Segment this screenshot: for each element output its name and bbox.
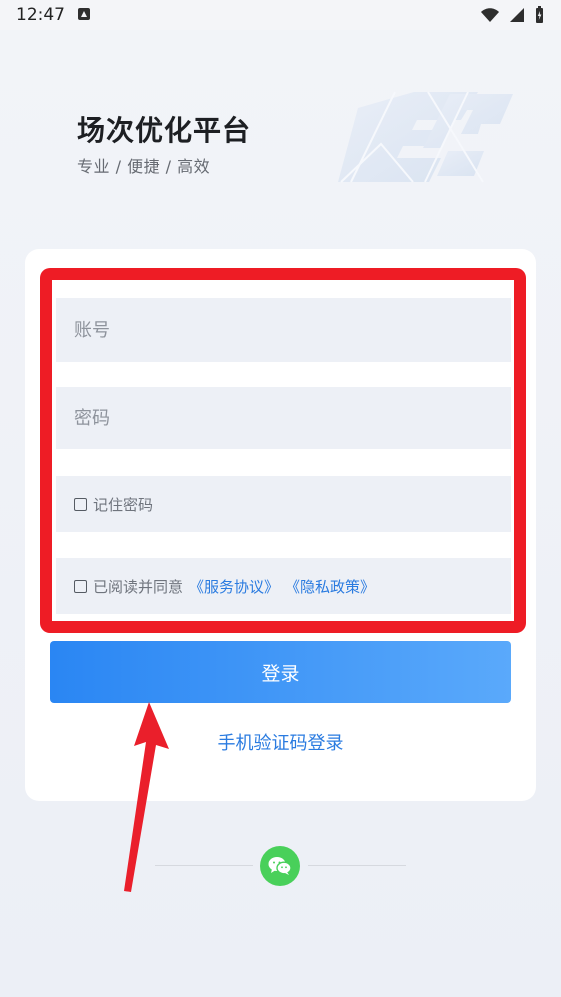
remember-password-row[interactable]: 记住密码: [56, 476, 511, 532]
agreement-control[interactable]: 已阅读并同意 《服务协议》 《隐私政策》: [74, 558, 375, 614]
service-agreement-link[interactable]: 《服务协议》: [189, 576, 279, 597]
account-input[interactable]: [56, 298, 511, 362]
wifi-icon: [481, 8, 499, 22]
app-subtitle: 专业 / 便捷 / 高效: [77, 157, 211, 176]
wechat-icon: [268, 857, 292, 875]
signal-icon: [510, 8, 524, 22]
privacy-policy-link[interactable]: 《隐私政策》: [285, 576, 375, 597]
status-time: 12:47: [16, 5, 65, 25]
logo-watermark-icon: [338, 91, 513, 183]
battery-icon: [536, 6, 543, 23]
sms-login-link[interactable]: 手机验证码登录: [0, 729, 561, 755]
status-icons: [480, 6, 545, 24]
password-input[interactable]: [56, 387, 511, 449]
agreement-checkbox[interactable]: [74, 579, 87, 593]
login-screen: 12:47 场次优化平台 专业 / 便捷 / 高效 账号 记住密码 已阅读并同意…: [0, 0, 561, 997]
account-field[interactable]: [56, 298, 511, 362]
agreement-prefix: 已阅读并同意: [93, 577, 184, 596]
a-icon: [78, 8, 90, 20]
annotation-arrow-icon: [124, 702, 169, 892]
app-title: 场次优化平台: [77, 114, 252, 147]
remember-password-control[interactable]: 记住密码: [74, 476, 153, 532]
password-field[interactable]: [56, 387, 511, 449]
agreement-row[interactable]: 已阅读并同意 《服务协议》 《隐私政策》: [56, 558, 511, 614]
remember-password-label: 记住密码: [93, 495, 154, 514]
wechat-login-button[interactable]: [260, 846, 300, 886]
login-button[interactable]: 登录: [50, 641, 511, 703]
remember-password-checkbox[interactable]: [74, 497, 87, 511]
right-divider: [308, 865, 406, 866]
status-bar: 12:47: [0, 0, 561, 30]
